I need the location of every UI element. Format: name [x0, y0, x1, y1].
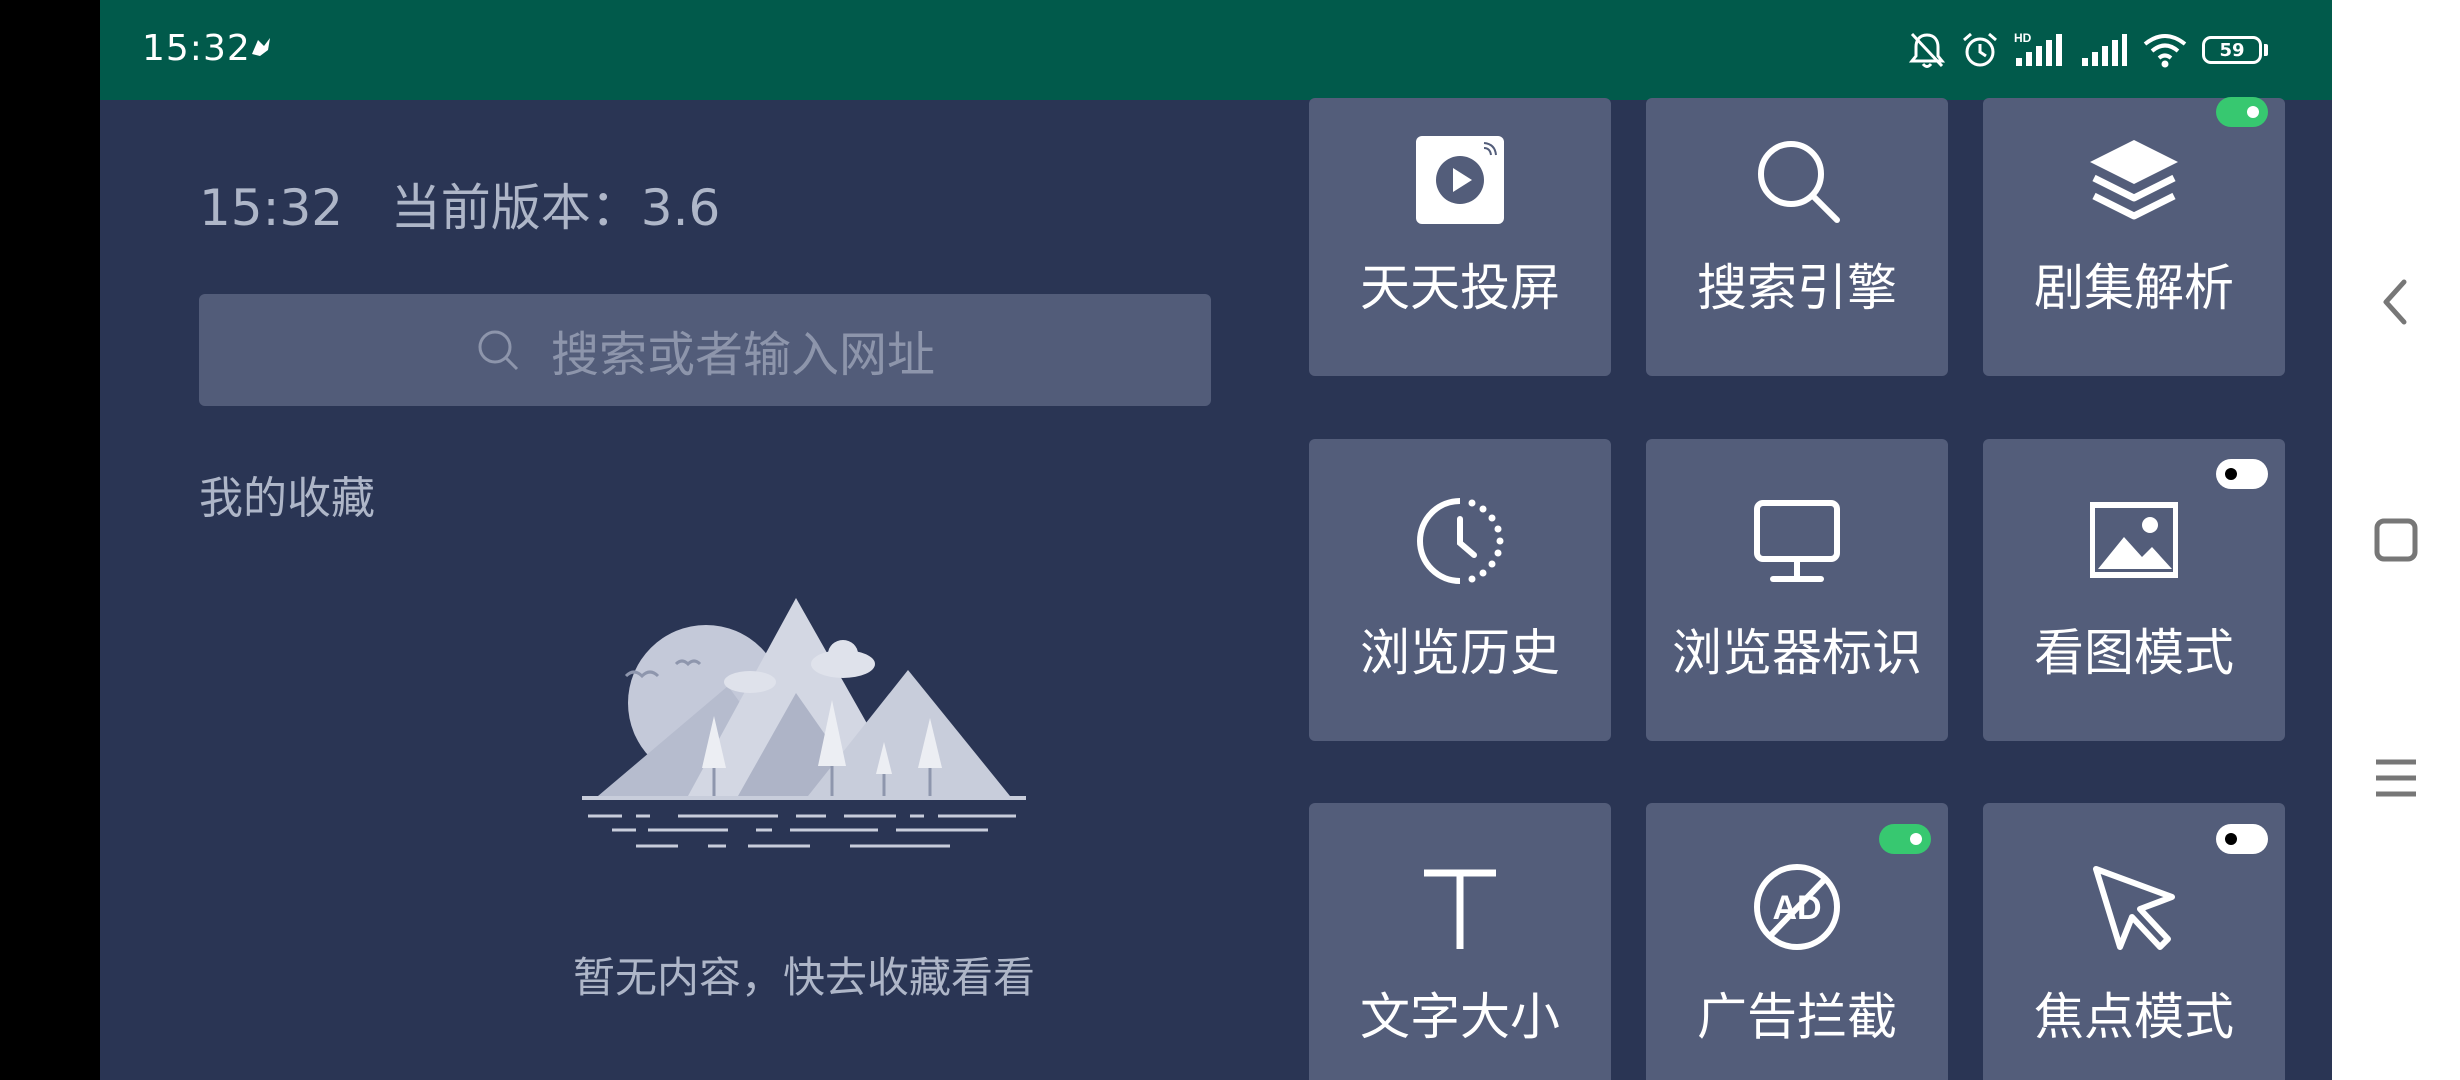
focus-mode-toggle[interactable] [2216, 824, 2268, 854]
tile-search-engine[interactable]: 搜索引擎 [1646, 98, 1948, 376]
ad-block-icon: AD [1754, 864, 1840, 950]
alarm-icon [1963, 32, 1997, 67]
tile-label: 浏览历史 [1360, 624, 1560, 682]
battery-icon: 59 [2202, 36, 2268, 64]
tile-label: 剧集解析 [2034, 259, 2234, 317]
tile-label: 文字大小 [1360, 988, 1560, 1046]
signal-icon [2082, 34, 2127, 66]
search-icon [1758, 141, 1840, 223]
status-icons: HD 59 [1908, 26, 2268, 74]
cast-play-icon [1416, 136, 1504, 224]
app-notification-icon [252, 38, 270, 56]
image-icon [2090, 502, 2178, 578]
cursor-icon [2093, 866, 2175, 950]
status-time: 15:32 [142, 28, 251, 69]
search-placeholder: 搜索或者输入网址 [550, 327, 935, 383]
mute-bell-icon [1908, 32, 1946, 68]
empty-favorites-illustration [582, 598, 1026, 848]
wifi-icon [2143, 34, 2187, 68]
system-nav-bar [2332, 0, 2460, 1080]
layers-icon [2090, 140, 2178, 220]
back-icon[interactable] [2362, 268, 2430, 336]
tile-browser-ua[interactable]: 浏览器标识 [1646, 439, 1948, 741]
tile-label: 焦点模式 [2034, 988, 2234, 1046]
app-screen: 15:32 HD 59 15:32 当前版本：3.6 搜索或者输入网址 我的收藏… [100, 0, 2332, 1080]
text-size-icon [1424, 869, 1496, 949]
ad-block-toggle[interactable] [1879, 824, 1931, 854]
header-time: 15:32 [199, 179, 344, 237]
history-clock-icon [1417, 498, 1504, 584]
tile-text-size[interactable]: 文字大小 [1309, 803, 1611, 1080]
episode-parse-toggle[interactable] [2216, 97, 2268, 127]
tile-label: 浏览器标识 [1672, 624, 1922, 682]
recents-square-icon[interactable] [2362, 506, 2430, 574]
image-mode-toggle[interactable] [2216, 459, 2268, 489]
header-line: 15:32 当前版本：3.6 [199, 168, 720, 240]
tile-label: 天天投屏 [1360, 259, 1560, 317]
search-input[interactable]: 搜索或者输入网址 [199, 294, 1211, 406]
favorites-title: 我的收藏 [199, 473, 375, 524]
tile-label: 搜索引擎 [1697, 259, 1897, 317]
search-icon [478, 330, 519, 371]
menu-icon[interactable] [2362, 744, 2430, 812]
empty-favorites-text: 暂无内容，快去收藏看看 [572, 953, 1035, 1002]
left-bezel [0, 0, 100, 1080]
status-bar: 15:32 HD 59 [100, 0, 2332, 100]
tile-history[interactable]: 浏览历史 [1309, 439, 1611, 741]
tile-episode-parse[interactable]: 剧集解析 [1983, 98, 2285, 376]
battery-level: 59 [2202, 36, 2262, 64]
hd-signal-icon: HD [2014, 31, 2062, 66]
tile-cast[interactable]: 天天投屏 [1309, 98, 1611, 376]
tile-label: 看图模式 [2034, 624, 2234, 682]
version-label: 当前版本：3.6 [390, 179, 721, 237]
svg-text:HD: HD [2014, 31, 2032, 45]
tile-label: 广告拦截 [1697, 988, 1897, 1046]
monitor-icon [1754, 500, 1840, 582]
